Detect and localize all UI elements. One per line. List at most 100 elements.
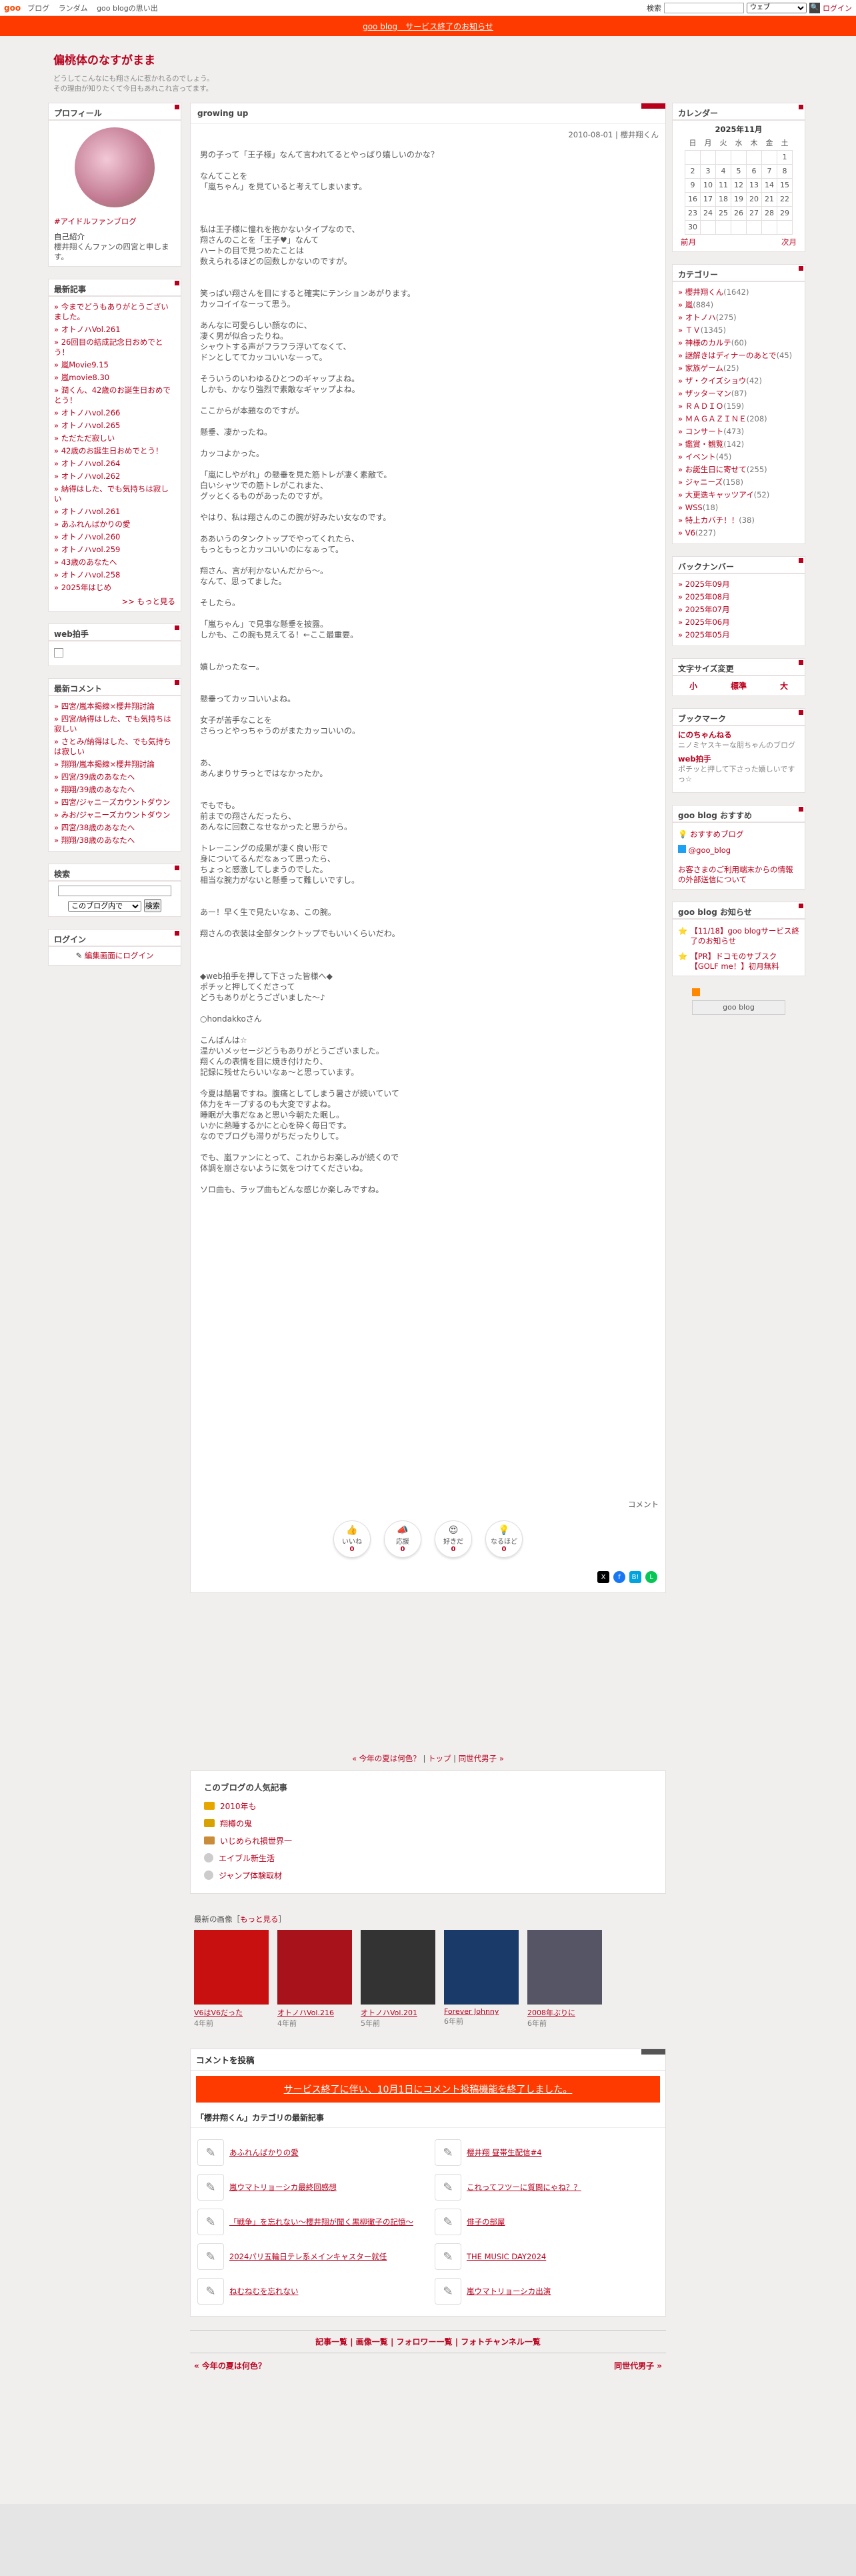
blog-search-input[interactable] — [58, 886, 171, 896]
category-link[interactable]: コンサート(473) — [678, 425, 799, 438]
image-thumb[interactable]: オトノハVol.216 4年前 — [277, 1930, 352, 2029]
next-article-link[interactable]: 同世代男子 » — [459, 1754, 504, 1763]
goo-blog-x-link[interactable]: @goo_blog — [689, 846, 731, 855]
category-link[interactable]: 神様のカルテ(60) — [678, 337, 799, 349]
category-link[interactable]: ＴＶ(1345) — [678, 324, 799, 337]
external-transmission-link[interactable]: お客さまのご利用端末からの情報の外部送信について — [678, 865, 793, 884]
blog-search-scope[interactable]: このブログ内で — [68, 901, 142, 912]
more-link[interactable]: >> もっと見る — [54, 597, 175, 607]
prev-article-link[interactable]: « 今年の夏は何色？ — [352, 1754, 421, 1763]
popular-item[interactable]: 2010年も — [204, 1797, 652, 1814]
recent-post-link[interactable]: 26回目の結成記念日おめでとう！ — [54, 336, 175, 359]
rss-icon[interactable] — [692, 988, 700, 996]
category-link[interactable]: ジャニーズ(158) — [678, 476, 799, 489]
category-link[interactable]: イベント(45) — [678, 451, 799, 463]
font-large-button[interactable]: 大 — [780, 680, 788, 692]
recent-post-link[interactable]: オトノハvol.262 — [54, 470, 175, 483]
bookmark-link[interactable]: にのちゃんねる — [678, 730, 799, 740]
blog-title[interactable]: 偏桃体のなすがまま — [53, 51, 856, 67]
backnumber-link[interactable]: 2025年05月 — [678, 629, 799, 641]
recent-comment-link[interactable]: 四宮/嵐本掲線×櫻井翔討論 — [54, 700, 175, 713]
footer-next-link[interactable]: 同世代男子 » — [614, 2360, 662, 2371]
line-share-icon[interactable]: L — [645, 1571, 657, 1583]
image-thumb[interactable]: Forever Johnny 6年前 — [444, 1930, 519, 2029]
more-images-link[interactable]: もっと見る — [240, 1914, 279, 1924]
reaction-love[interactable]: 😍 好きだ 0 — [435, 1520, 472, 1558]
category-article-item[interactable]: ✎ THE MUSIC DAY2024 — [435, 2243, 659, 2271]
recent-post-link[interactable]: 潤くん、42歳のお誕生日おめでとう！ — [54, 384, 175, 407]
recent-post-link[interactable]: 2025年はじめ — [54, 581, 175, 594]
category-link[interactable]: 櫻井翔くん(1642) — [678, 286, 799, 299]
recent-post-link[interactable]: オトノハvol.266 — [54, 407, 175, 419]
reaction-like[interactable]: 👍 いいね 0 — [333, 1520, 371, 1558]
blog-search-button[interactable]: 検索 — [143, 899, 161, 912]
category-article-item[interactable]: ✎ 2024パリ五輪日テレ系メインキャスター就任 — [197, 2243, 421, 2271]
popular-item[interactable]: ジャンプ体験取材 — [204, 1866, 652, 1884]
recent-post-link[interactable]: オトノハvol.258 — [54, 569, 175, 581]
image-thumb[interactable]: 2008年ぶりに 6年前 — [527, 1930, 602, 2029]
recent-post-link[interactable]: 嵐Movie9.15 — [54, 359, 175, 371]
goo-blog-button[interactable]: goo blog — [692, 1000, 785, 1015]
search-scope-select[interactable]: ウェブ — [747, 2, 807, 13]
avatar[interactable] — [75, 127, 155, 207]
image-thumb[interactable]: V6はV6だった 4年前 — [194, 1930, 269, 2029]
recent-post-link[interactable]: オトノハvol.264 — [54, 457, 175, 470]
comment-link[interactable]: コメント — [191, 1495, 665, 1514]
backnumber-link[interactable]: 2025年06月 — [678, 616, 799, 629]
news-link[interactable]: 【11/18】goo blogサービス終了のお知らせ — [690, 926, 799, 946]
recent-comment-link[interactable]: 四宮/39歳のあなたへ — [54, 771, 175, 784]
recommend-blog-link[interactable]: おすすめブログ — [690, 830, 744, 839]
top-link[interactable]: トップ — [428, 1754, 451, 1763]
category-article-item[interactable]: ✎ 櫻井翔 昼帯生配信#4 — [435, 2139, 659, 2167]
nav-blog[interactable]: ブログ — [27, 4, 49, 13]
fan-blog-link[interactable]: #アイドルファンブログ — [54, 217, 137, 226]
recent-post-link[interactable]: 嵐movie8.30 — [54, 371, 175, 384]
news-link[interactable]: 【PR】ドコモのサブスク【GOLF me！】初月無料 — [690, 952, 799, 972]
backnumber-link[interactable]: 2025年08月 — [678, 591, 799, 603]
font-medium-button[interactable]: 標準 — [731, 680, 747, 692]
category-link[interactable]: V6(227) — [678, 527, 799, 539]
backnumber-link[interactable]: 2025年07月 — [678, 603, 799, 616]
recent-post-link[interactable]: オトノハvol.259 — [54, 543, 175, 556]
popular-item[interactable]: いじめられ損世界一 — [204, 1832, 652, 1849]
prev-month-link[interactable]: 前月 — [681, 237, 696, 247]
nav-memories[interactable]: goo blogの思い出 — [97, 4, 158, 13]
category-link[interactable]: ザ・クイズショウ(42) — [678, 375, 799, 387]
recent-post-link[interactable]: オトノハvol.260 — [54, 531, 175, 543]
hatena-share-icon[interactable]: B! — [629, 1571, 641, 1583]
category-link[interactable]: 鑑賞・観覧(142) — [678, 438, 799, 451]
category-article-item[interactable]: ✎ 嵐ウマトリョーシカ最終回感想 — [197, 2173, 421, 2201]
login-link[interactable]: ログイン — [823, 3, 852, 13]
recent-post-link[interactable]: あふれんばかりの愛 — [54, 518, 175, 531]
category-link[interactable]: 家族ゲーム(25) — [678, 362, 799, 375]
category-article-item[interactable]: ✎ 俳子の部屋 — [435, 2208, 659, 2236]
backnumber-link[interactable]: 2025年09月 — [678, 578, 799, 591]
category-link[interactable]: WSS(18) — [678, 501, 799, 514]
x-share-icon[interactable]: X — [597, 1571, 609, 1583]
recent-comment-link[interactable]: 四宮/納得はした、でも気持ちは寂しい — [54, 713, 175, 736]
category-article-item[interactable]: ✎ あふれんばかりの愛 — [197, 2139, 421, 2167]
font-small-button[interactable]: 小 — [689, 680, 697, 692]
recent-post-link[interactable]: ただただ寂しい — [54, 432, 175, 445]
recent-comment-link[interactable]: みお/ジャニーズカウントダウン — [54, 809, 175, 822]
category-link[interactable]: 謎解きはディナーのあとで(45) — [678, 349, 799, 362]
reaction-cheer[interactable]: 📣 応援 0 — [384, 1520, 421, 1558]
recent-post-link[interactable]: オトノハVol.261 — [54, 323, 175, 336]
category-article-item[interactable]: ✎ ねむねむを忘れない — [197, 2277, 421, 2305]
recent-post-link[interactable]: 42歳のお誕生日おめでとう！ — [54, 445, 175, 457]
category-link[interactable]: お誕生日に寄せて(255) — [678, 463, 799, 476]
facebook-share-icon[interactable]: f — [613, 1571, 625, 1583]
comment-closed-banner[interactable]: サービス終了に伴い、10月1日にコメント投稿機能を終了しました。 — [196, 2076, 660, 2103]
top-search-input[interactable] — [664, 2, 744, 13]
nav-random[interactable]: ランダム — [59, 4, 88, 13]
recent-comment-link[interactable]: 四宮/ジャニーズカウントダウン — [54, 796, 175, 809]
recent-post-link[interactable]: 43歳のあなたへ — [54, 556, 175, 569]
recent-post-link[interactable]: 今までどうもありがとうございました。 — [54, 301, 175, 323]
footer-prev-link[interactable]: « 今年の夏は何色？ — [194, 2360, 266, 2371]
popular-item[interactable]: 翔樽の鬼 — [204, 1814, 652, 1832]
image-thumb[interactable]: オトノハVol.201 5年前 — [361, 1930, 435, 2029]
category-article-item[interactable]: ✎ 嵐ウマトリョーシカ出演 — [435, 2277, 659, 2305]
article-title[interactable]: growing up — [191, 103, 665, 124]
category-article-item[interactable]: ✎ 「戦争」を忘れない～櫻井翔が聞く黒柳徹子の記憶～ — [197, 2208, 421, 2236]
search-icon[interactable]: 🔍 — [809, 2, 820, 13]
